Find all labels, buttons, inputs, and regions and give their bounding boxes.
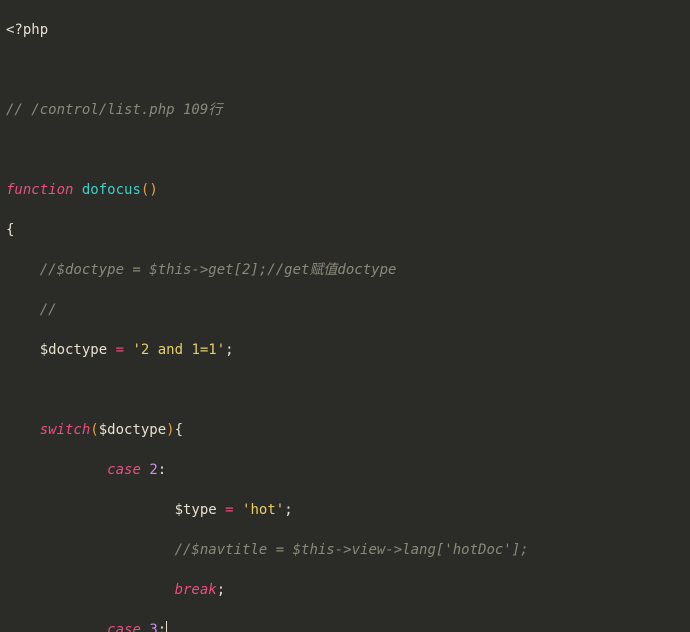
brace: { <box>175 422 183 438</box>
semicolon: ; <box>217 582 225 598</box>
variable: $doctype <box>99 422 166 438</box>
variable: $doctype <box>40 342 107 358</box>
comment-line: // <box>40 302 57 318</box>
number-literal: 3 <box>149 622 157 632</box>
string-literal: 'hot' <box>242 502 284 518</box>
paren: ) <box>149 182 157 198</box>
semicolon: ; <box>284 502 292 518</box>
paren: ( <box>90 422 98 438</box>
paren: ) <box>166 422 174 438</box>
code-editor[interactable]: <?php // /control/list.php 109行 function… <box>0 0 690 632</box>
operator: = <box>217 502 242 518</box>
comment-line: //$navtitle = $this->view->lang['hotDoc'… <box>175 542 529 558</box>
keyword-switch: switch <box>40 422 91 438</box>
string-literal: '2 and 1=1' <box>132 342 225 358</box>
text-cursor <box>166 621 167 632</box>
keyword-break: break <box>175 582 217 598</box>
comment-line: //$doctype = $this->get[2];//get赋值doctyp… <box>40 262 397 278</box>
operator: = <box>107 342 132 358</box>
colon: : <box>158 622 166 632</box>
brace: { <box>6 222 14 238</box>
semicolon: ; <box>225 342 233 358</box>
keyword-case: case <box>107 462 141 478</box>
function-name: dofocus <box>82 182 141 198</box>
colon: : <box>158 462 166 478</box>
variable: $type <box>175 502 217 518</box>
keyword-case: case <box>107 622 141 632</box>
php-open-tag: <?php <box>6 22 48 38</box>
keyword-function: function <box>6 182 73 198</box>
number-literal: 2 <box>149 462 157 478</box>
comment-file: // /control/list.php 109行 <box>6 102 222 118</box>
